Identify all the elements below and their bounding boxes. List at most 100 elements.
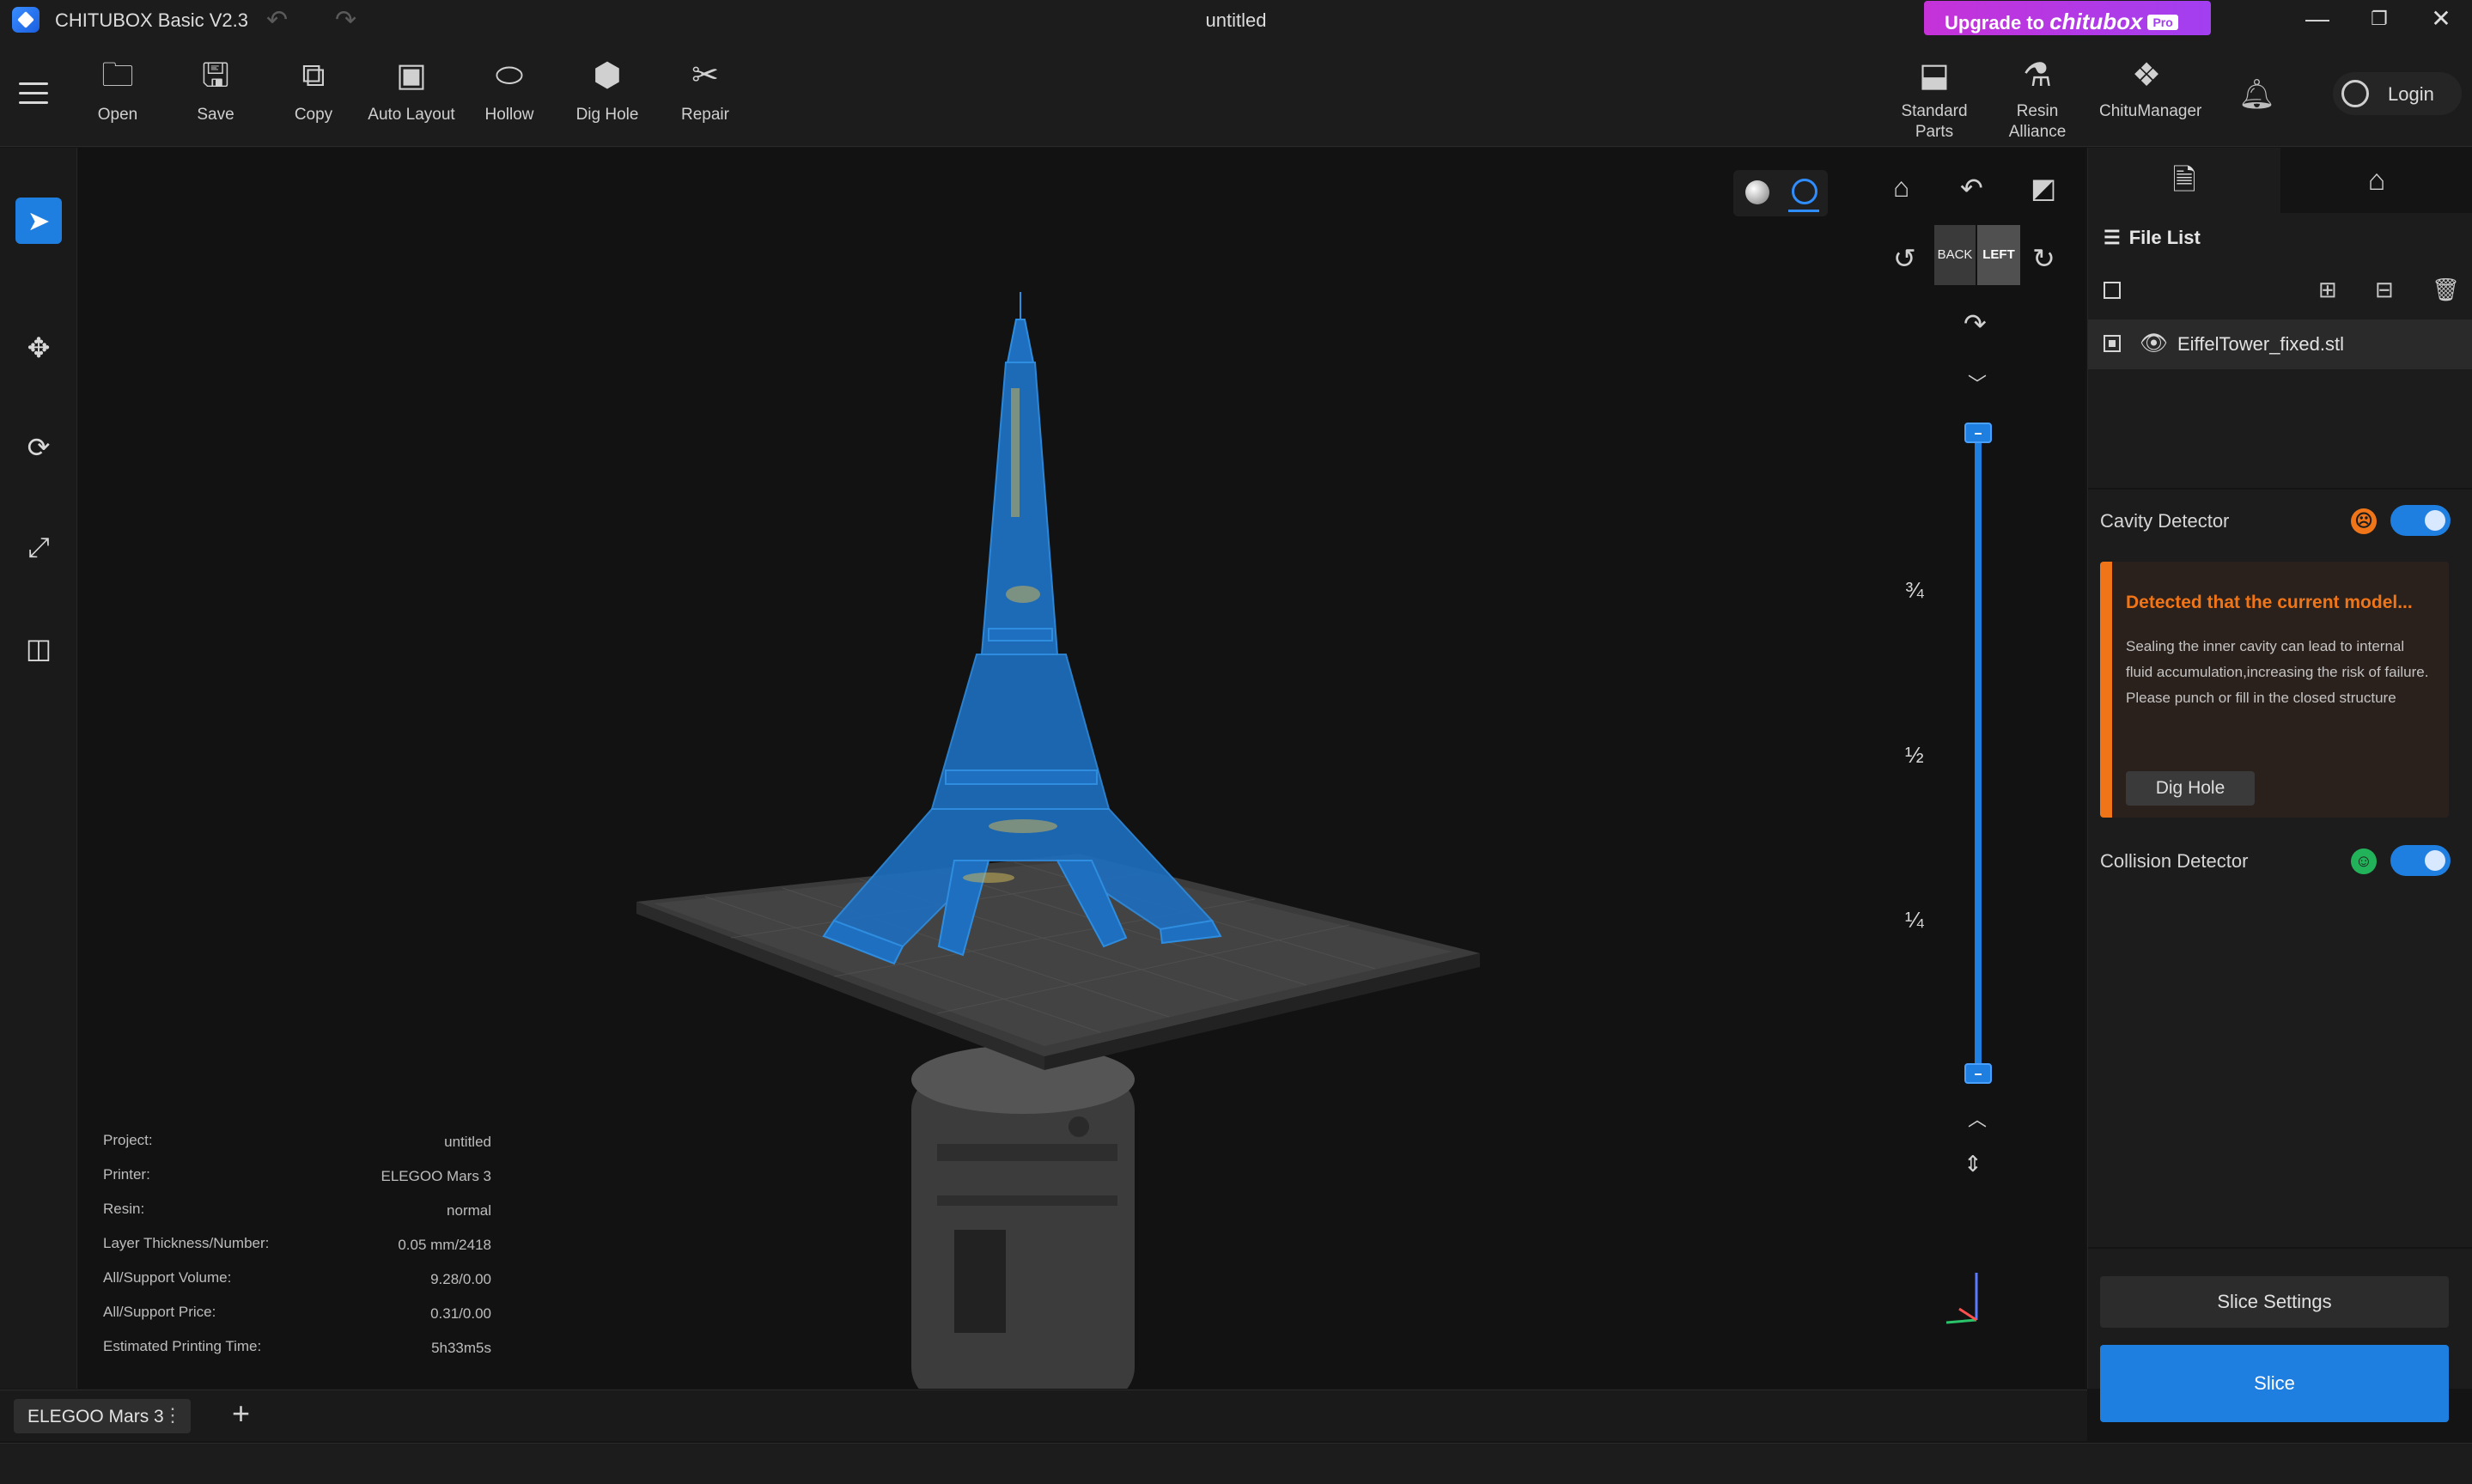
project-info-panel: Project: untitled Printer: ELEGOO Mars 3 R…	[103, 1125, 491, 1365]
collision-detector-toggle[interactable]	[2390, 845, 2451, 876]
mirror-tool-icon[interactable]: ◫	[15, 625, 62, 672]
scale-tool-icon[interactable]: ⤢	[15, 524, 62, 570]
right-panel: 🗎 ⌂ ☰ File List ⊞ ⊟ 🗑 👁 EiffelTower_fixed…	[2087, 148, 2472, 1422]
menu-icon[interactable]	[19, 82, 48, 106]
chitumanager-icon: ❖	[2131, 58, 2162, 94]
cavity-detector-toggle[interactable]	[2390, 505, 2451, 536]
view-cube[interactable]: BACK LEFT	[1934, 220, 2020, 289]
eye-icon[interactable]: 👁	[2140, 330, 2168, 356]
standard-parts-button[interactable]: ⬓ Standard Parts	[1887, 57, 1982, 143]
axis-gizmo	[1945, 1273, 1978, 1324]
add-file-icon[interactable]: ⊞	[2318, 277, 2337, 303]
delete-icon[interactable]: 🗑	[2432, 277, 2460, 303]
hollow-button[interactable]: ⬭ Hollow	[462, 57, 557, 125]
layer-slider-bottom-handle[interactable]	[1964, 1063, 1992, 1084]
info-row-project: Project: untitled	[103, 1125, 491, 1159]
resin-alliance-button[interactable]: ⚗ Resin Alliance	[1990, 57, 2085, 143]
rotate-right-icon[interactable]: ↻	[2032, 242, 2055, 275]
upgrade-brand: chitubox	[2049, 9, 2143, 34]
layer-slider-top-handle[interactable]	[1964, 423, 1992, 443]
info-value: 9.28/0.00	[430, 1271, 491, 1287]
repair-icon: ✂	[691, 58, 719, 94]
rotate-left-icon[interactable]: ↺	[1893, 242, 1916, 275]
layer-height-icon[interactable]: ⇕	[1964, 1151, 1982, 1177]
right-panel-tabs: 🗎 ⌂	[2088, 148, 2472, 213]
info-row-volume: All/Support Volume: 9.28/0.00	[103, 1262, 491, 1297]
info-row-printer: Printer: ELEGOO Mars 3	[103, 1159, 491, 1194]
info-value: ELEGOO Mars 3	[381, 1168, 491, 1184]
resin-alliance-label: Resin Alliance	[2008, 102, 2067, 141]
cavity-detector-label: Cavity Detector	[2100, 510, 2230, 532]
cube-face-back[interactable]: BACK	[1934, 225, 1976, 285]
close-button[interactable]: ✕	[2415, 2, 2467, 36]
notification-bell-icon[interactable]: 🔔︎	[2238, 77, 2275, 112]
solid-view-icon[interactable]	[1745, 180, 1769, 204]
warning-title: Detected that the current model...	[2126, 593, 2413, 612]
file-settings-tab-icon[interactable]: 🗎	[2088, 148, 2280, 213]
printer-tab[interactable]: ELEGOO Mars 3 ⋮	[14, 1399, 191, 1433]
home-view-icon[interactable]: ⌂	[1893, 172, 1909, 204]
user-avatar-icon	[2341, 80, 2369, 107]
copy-icon: ⧉	[301, 58, 326, 94]
repair-button[interactable]: ✂ Repair	[658, 57, 752, 125]
dig-hole-action-button[interactable]: Dig Hole	[2126, 771, 2255, 806]
info-row-resin: Resin: normal	[103, 1194, 491, 1228]
list-icon: ☰	[2104, 227, 2121, 248]
standard-parts-line2: Parts	[1915, 123, 1954, 141]
cube-face-left[interactable]: LEFT	[1977, 225, 2020, 285]
file-checkbox[interactable]	[2104, 335, 2121, 352]
file-layout-icon[interactable]: ⊟	[2375, 277, 2394, 303]
file-list-item[interactable]: 👁 EiffelTower_fixed.stl	[2088, 319, 2472, 369]
printer-tab-icon[interactable]: ⌂	[2280, 148, 2472, 213]
select-all-checkbox[interactable]	[2104, 282, 2121, 299]
save-icon: 🖫	[201, 58, 230, 94]
resin-alliance-icon: ⚗	[2022, 58, 2053, 94]
app-logo	[12, 7, 40, 33]
xray-view-icon[interactable]	[1792, 179, 1817, 204]
happy-face-icon: ☺	[2351, 848, 2377, 874]
redo-icon[interactable]: ↷	[335, 5, 356, 35]
layer-down-chevron-icon[interactable]: ︿	[1968, 1104, 1987, 1132]
login-button[interactable]: Login	[2333, 72, 2462, 115]
standard-parts-line1: Standard	[1901, 102, 1968, 120]
standard-parts-label: Standard Parts	[1887, 101, 1982, 143]
select-tool-icon[interactable]: ➤	[15, 198, 62, 244]
info-value: 0.05 mm/2418	[398, 1237, 491, 1253]
reset-rotation-icon[interactable]: ↶	[1960, 172, 1983, 204]
copy-button[interactable]: ⧉ Copy	[266, 57, 361, 125]
hollow-icon: ⬭	[495, 58, 524, 94]
flip-view-icon[interactable]: ↷	[1964, 307, 1987, 340]
collision-detector-label: Collision Detector	[2100, 850, 2249, 872]
chitumanager-button[interactable]: ❖ ChituManager	[2099, 57, 2201, 122]
render-mode-toggle[interactable]	[1733, 170, 1828, 216]
info-key: Estimated Printing Time:	[103, 1338, 262, 1354]
upgrade-button[interactable]: Upgrade to chitubox Pro	[1924, 1, 2211, 35]
auto-layout-icon: ▣	[396, 58, 427, 94]
cavity-warning-card: Detected that the current model... Seali…	[2100, 562, 2449, 818]
layer-slider[interactable]	[1975, 423, 1982, 1084]
hollow-label: Hollow	[484, 106, 534, 124]
open-button[interactable]: 🗀 Open	[70, 57, 165, 125]
plus-icon[interactable]: +	[232, 1396, 250, 1432]
minimize-button[interactable]: —	[2292, 2, 2343, 36]
slice-settings-button[interactable]: Slice Settings	[2100, 1276, 2449, 1328]
layer-up-chevron-icon[interactable]: ﹀	[1968, 369, 1987, 397]
folder-icon: 🗀	[100, 58, 134, 94]
auto-layout-button[interactable]: ▣ Auto Layout	[364, 57, 459, 125]
main-toolbar: 🗀 Open 🖫 Save ⧉ Copy ▣ Auto Layout ⬭ Hol…	[0, 40, 2472, 147]
file-list-title: File List	[2128, 227, 2201, 248]
perspective-icon[interactable]: ◩	[2031, 172, 2056, 204]
info-value: 0.31/0.00	[430, 1305, 491, 1322]
slider-mark-half: ½	[1905, 742, 1924, 768]
slice-button[interactable]: Slice	[2100, 1345, 2449, 1422]
info-value: untitled	[444, 1134, 491, 1150]
dig-hole-button[interactable]: ⬢ Dig Hole	[560, 57, 655, 125]
warning-text: Sealing the inner cavity can lead to int…	[2126, 638, 2429, 706]
undo-icon[interactable]: ↶	[266, 5, 288, 35]
rotate-tool-icon[interactable]: ⟳	[15, 424, 62, 471]
app-name: CHITUBOX Basic V2.3	[55, 9, 248, 31]
move-tool-icon[interactable]: ✥	[15, 325, 62, 371]
restore-button[interactable]: ❐	[2353, 2, 2405, 36]
save-button[interactable]: 🖫 Save	[168, 57, 263, 125]
more-options-icon[interactable]: ⋮	[163, 1404, 182, 1426]
